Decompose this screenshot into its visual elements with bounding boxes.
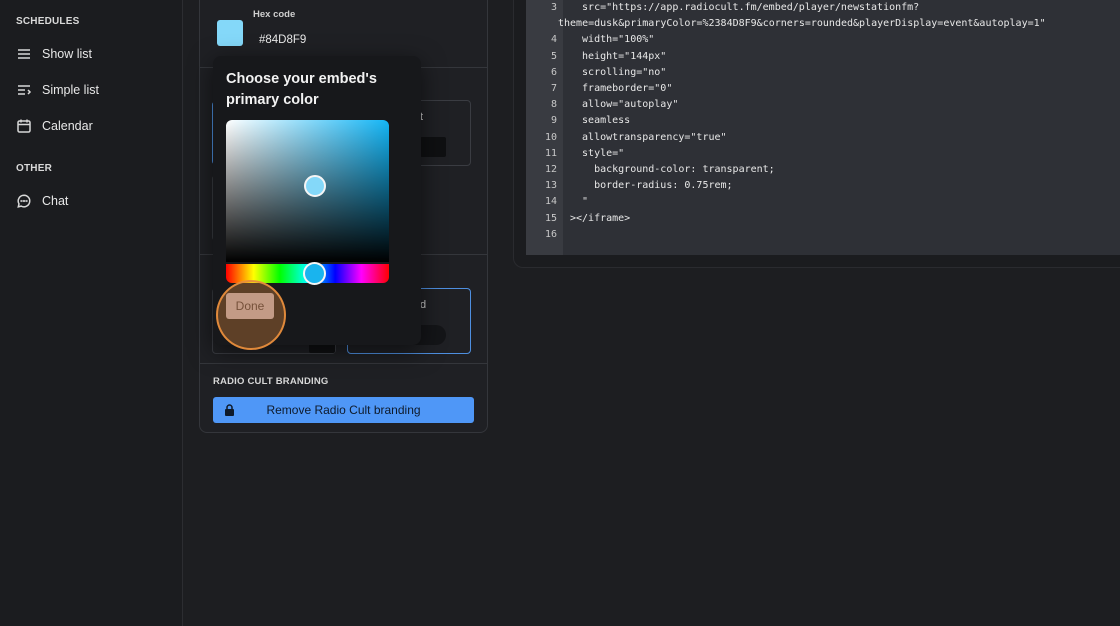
code-line: 8 allow="autoplay" [526, 97, 678, 113]
line-number: 16 [544, 228, 557, 240]
code-text: frameborder="0" [570, 83, 673, 94]
code-text: ></iframe> [570, 212, 631, 224]
line-number: 8 [550, 99, 557, 111]
code-line: 15 ></iframe> [526, 211, 630, 227]
hex-code-label: Hex code [253, 9, 296, 20]
code-line: 6 scrolling="no" [526, 65, 666, 81]
code-text: style=" [570, 147, 625, 159]
code-text: src="https://app.radiocult.fm/embed/play… [570, 2, 920, 13]
other-section-title: OTHER [16, 163, 52, 174]
code-line: 10 allowtransparency="true" [526, 130, 727, 146]
color-picker-title: Choose your embed's primary color [226, 71, 377, 108]
embed-code-panel: 3 src="https://app.radiocult.fm/embed/pl… [513, 0, 1120, 268]
code-text: allow="autoplay" [570, 99, 679, 111]
code-text: border-radius: 0.75rem; [570, 180, 733, 192]
sidebar-item-label: Simple list [42, 83, 99, 97]
code-line: 4 width="100%" [526, 32, 654, 48]
saturation-handle[interactable] [304, 175, 326, 197]
code-line: 16 [526, 227, 557, 243]
chat-icon [17, 194, 31, 208]
line-number: 5 [550, 50, 557, 62]
line-number: 13 [544, 180, 557, 192]
line-number: 3 [550, 2, 557, 13]
code-line: theme=dusk&primaryColor=%2384D8F9&corner… [526, 16, 1046, 32]
lock-icon [225, 404, 234, 416]
code-text: allowtransparency="true" [570, 131, 727, 143]
sidebar-item-label: Chat [42, 194, 69, 208]
color-swatch[interactable] [217, 20, 243, 46]
simple-list-icon [18, 85, 32, 95]
sidebar-item-show-list[interactable]: Show list [16, 43, 92, 65]
code-line: 5 height="144px" [526, 49, 666, 65]
line-number: 11 [544, 147, 557, 159]
line-number: 7 [550, 83, 557, 94]
divider [200, 363, 487, 364]
line-number: 4 [550, 34, 557, 46]
code-line: 13 border-radius: 0.75rem; [526, 178, 733, 194]
list-icon [18, 49, 30, 59]
code-text: " [570, 196, 589, 208]
branding-section-title: RADIO CULT BRANDING [213, 376, 329, 387]
sidebar-item-label: Calendar [42, 119, 93, 133]
theme-preview [420, 137, 446, 157]
line-number: 15 [544, 212, 557, 224]
code-text: height="144px" [570, 50, 667, 62]
sidebar: SCHEDULES Show list Simple list Calendar… [0, 0, 183, 626]
sidebar-item-calendar[interactable]: Calendar [16, 115, 93, 137]
code-editor[interactable]: 3 src="https://app.radiocult.fm/embed/pl… [526, 0, 1120, 255]
remove-branding-label: Remove Radio Cult branding [266, 403, 421, 417]
saturation-area[interactable] [226, 120, 389, 262]
line-number: 6 [550, 66, 557, 78]
code-text: width="100%" [570, 34, 655, 46]
color-picker-popover: Choose your embed's primary color Done [213, 56, 421, 345]
sidebar-item-chat[interactable]: Chat [16, 190, 68, 212]
sidebar-item-simple-list[interactable]: Simple list [16, 79, 99, 101]
hex-code-value[interactable]: #84D8F9 [259, 34, 306, 46]
line-number: 9 [550, 115, 557, 127]
sidebar-item-label: Show list [42, 47, 93, 61]
line-number: 12 [544, 164, 557, 175]
code-text: background-color: transparent; [570, 164, 775, 175]
line-number: 14 [544, 196, 557, 208]
schedules-section-title: SCHEDULES [16, 16, 80, 27]
remove-branding-button[interactable]: Remove Radio Cult branding [213, 397, 474, 423]
code-line: 12 background-color: transparent; [526, 162, 775, 178]
calendar-icon [17, 119, 31, 133]
hue-handle[interactable] [303, 262, 326, 285]
line-number: 10 [544, 131, 557, 143]
code-line: 11 style=" [526, 146, 624, 162]
code-line: 7 frameborder="0" [526, 81, 672, 97]
code-text: seamless [570, 115, 631, 127]
code-line: 14 " [526, 194, 588, 210]
code-line: 3 src="https://app.radiocult.fm/embed/pl… [526, 0, 919, 16]
code-text: scrolling="no" [570, 66, 667, 78]
done-button[interactable]: Done [226, 293, 274, 319]
code-line: 9 seamless [526, 113, 630, 129]
code-text: theme=dusk&primaryColor=%2384D8F9&corner… [558, 18, 1046, 30]
